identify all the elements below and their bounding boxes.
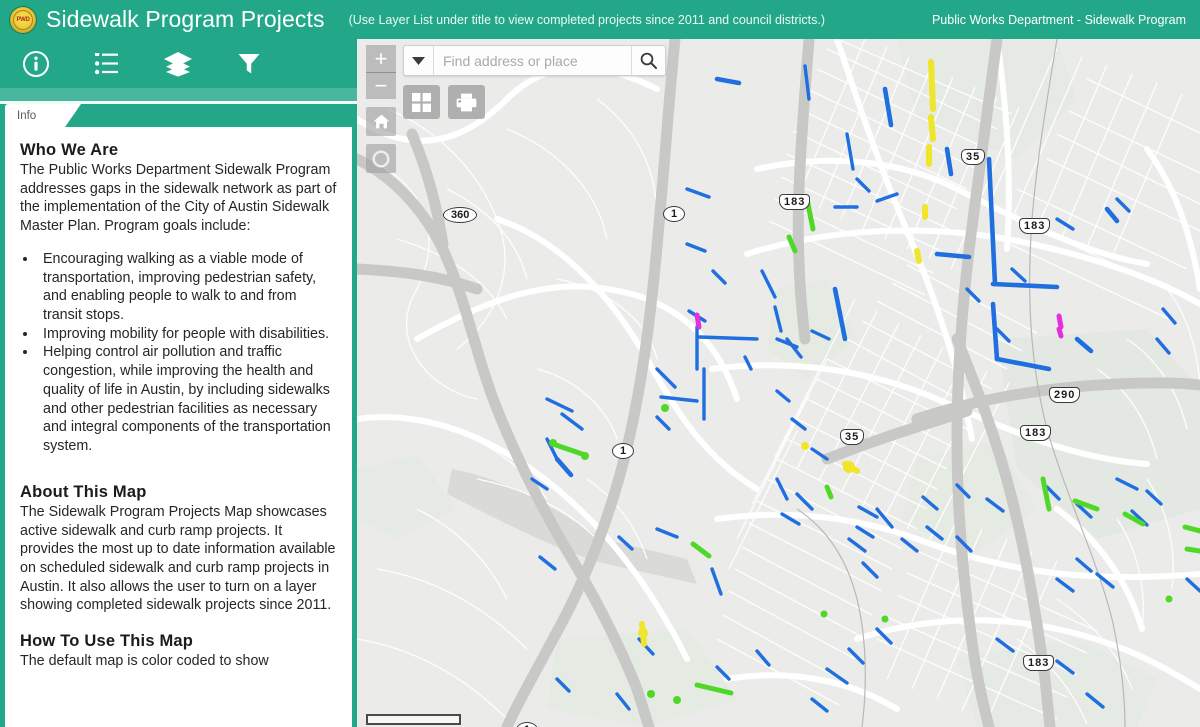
highway-shield-183-e: 183 (1020, 425, 1052, 441)
highway-shield-35-n: 35 (961, 149, 986, 165)
search-source-dropdown[interactable] (404, 46, 434, 75)
highway-shield-183-n: 183 (1019, 218, 1051, 234)
list-item: Improving mobility for people with disab… (38, 325, 338, 344)
app-header: PWD Sidewalk Program Projects (Use Layer… (0, 0, 1200, 39)
map-widget-buttons (403, 85, 485, 119)
highway-shield-1-north: 1 (663, 206, 686, 222)
layers-icon (163, 51, 193, 77)
toolbar-item-info[interactable] (0, 39, 71, 88)
locate-icon (372, 149, 390, 168)
zoom-in-button[interactable]: + (366, 45, 396, 72)
logo-label: PWD (16, 16, 30, 23)
logo-inner-ring: PWD (13, 9, 33, 30)
home-button[interactable] (366, 107, 396, 136)
page-title: Sidewalk Program Projects (46, 6, 325, 32)
toolbar-item-filter[interactable] (213, 39, 284, 88)
legend-icon (93, 52, 120, 76)
map-application: PWD Sidewalk Program Projects (Use Layer… (0, 0, 1200, 727)
section-body-how-to-use-this-map: The default map is color coded to show (20, 653, 269, 670)
scale-bar (366, 716, 461, 725)
info-icon (22, 50, 49, 77)
basemap-gallery-icon (412, 92, 431, 112)
info-panel-body[interactable]: Who We Are The Public Works Department S… (4, 127, 354, 727)
map-nav-controls: + − (366, 45, 396, 173)
header-note: (Use Layer List under title to view comp… (348, 12, 825, 27)
toolbar-divider (0, 88, 357, 101)
section-heading-who-we-are: Who We Are (20, 141, 119, 159)
list-item: Helping control air pollution and traffi… (38, 343, 338, 455)
basemap-render (357, 39, 1200, 727)
chevron-down-icon (412, 56, 425, 65)
highway-shield-1-mid: 1 (612, 443, 635, 459)
list-item: Encouraging walking as a viable mode of … (38, 250, 338, 325)
section-heading-how-to-use-this-map: How To Use This Map (20, 632, 194, 651)
highway-shield-183-se: 183 (1023, 655, 1055, 671)
widget-toolbar (0, 39, 357, 88)
section-body-about-this-map: The Sidewalk Program Projects Map showca… (20, 503, 336, 614)
home-icon (373, 114, 390, 129)
pwd-logo: PWD (9, 5, 37, 34)
panel-tabstrip: Info (0, 104, 357, 127)
zoom-out-button[interactable]: − (366, 72, 396, 99)
tab-info[interactable]: Info (5, 104, 81, 127)
filter-icon (237, 52, 261, 76)
tab-info-label: Info (17, 109, 37, 122)
search-icon (640, 52, 657, 69)
toolbar-item-legend[interactable] (71, 39, 142, 88)
map-canvas[interactable]: 360 1 183 35 183 290 183 35 1 183 1 35 +… (357, 39, 1200, 727)
highway-shield-290: 290 (1049, 387, 1081, 403)
highway-shield-183-nw: 183 (779, 194, 811, 210)
highway-shield-35-c: 35 (840, 429, 865, 445)
search-submit-button[interactable] (631, 46, 665, 75)
basemap-gallery-button[interactable] (403, 85, 440, 119)
section-body-who-we-are: The Public Works Department Sidewalk Pro… (20, 162, 337, 235)
locate-button[interactable] (366, 144, 396, 173)
highway-shield-360: 360 (443, 207, 478, 223)
search-input[interactable] (434, 46, 631, 75)
toolbar-item-layers[interactable] (142, 39, 213, 88)
section-heading-about-this-map: About This Map (20, 482, 147, 501)
search-widget (403, 45, 666, 76)
print-button[interactable] (448, 85, 485, 119)
print-icon (456, 93, 477, 112)
header-department-label: Public Works Department - Sidewalk Progr… (931, 12, 1186, 27)
left-panel: Info Who We Are The Public Works Departm… (0, 39, 357, 727)
program-goals-list: Encouraging walking as a viable mode of … (38, 250, 338, 456)
